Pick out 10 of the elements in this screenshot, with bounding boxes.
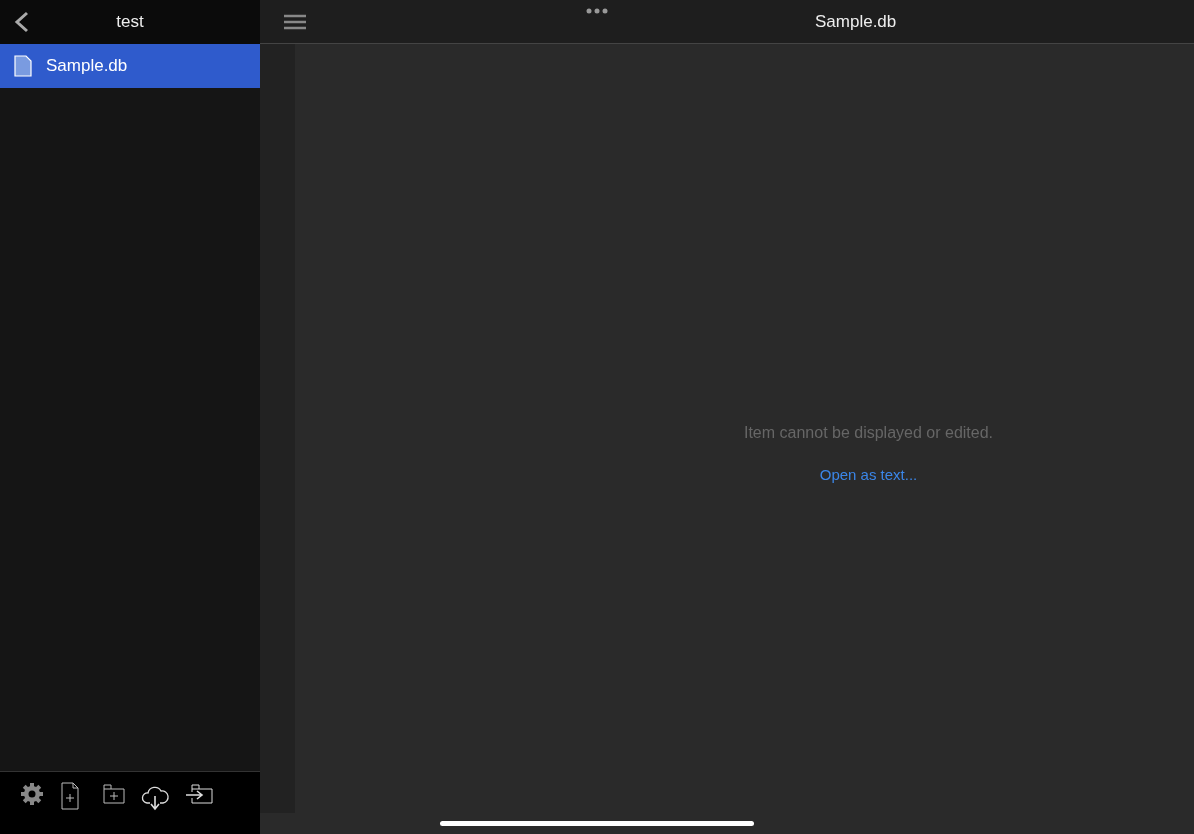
open-as-text-link[interactable]: Open as text... (819, 466, 918, 483)
new-file-icon[interactable] (58, 782, 82, 810)
file-item[interactable]: Sample.db (0, 44, 260, 88)
document-icon (14, 55, 32, 77)
folder-title: test (116, 12, 144, 32)
status-message: Item cannot be displayed or edited. (743, 424, 993, 442)
menu-icon[interactable] (284, 13, 306, 31)
move-to-folder-icon[interactable] (184, 782, 214, 806)
more-icon[interactable] (586, 8, 608, 14)
document-title: Sample.db (815, 12, 897, 32)
